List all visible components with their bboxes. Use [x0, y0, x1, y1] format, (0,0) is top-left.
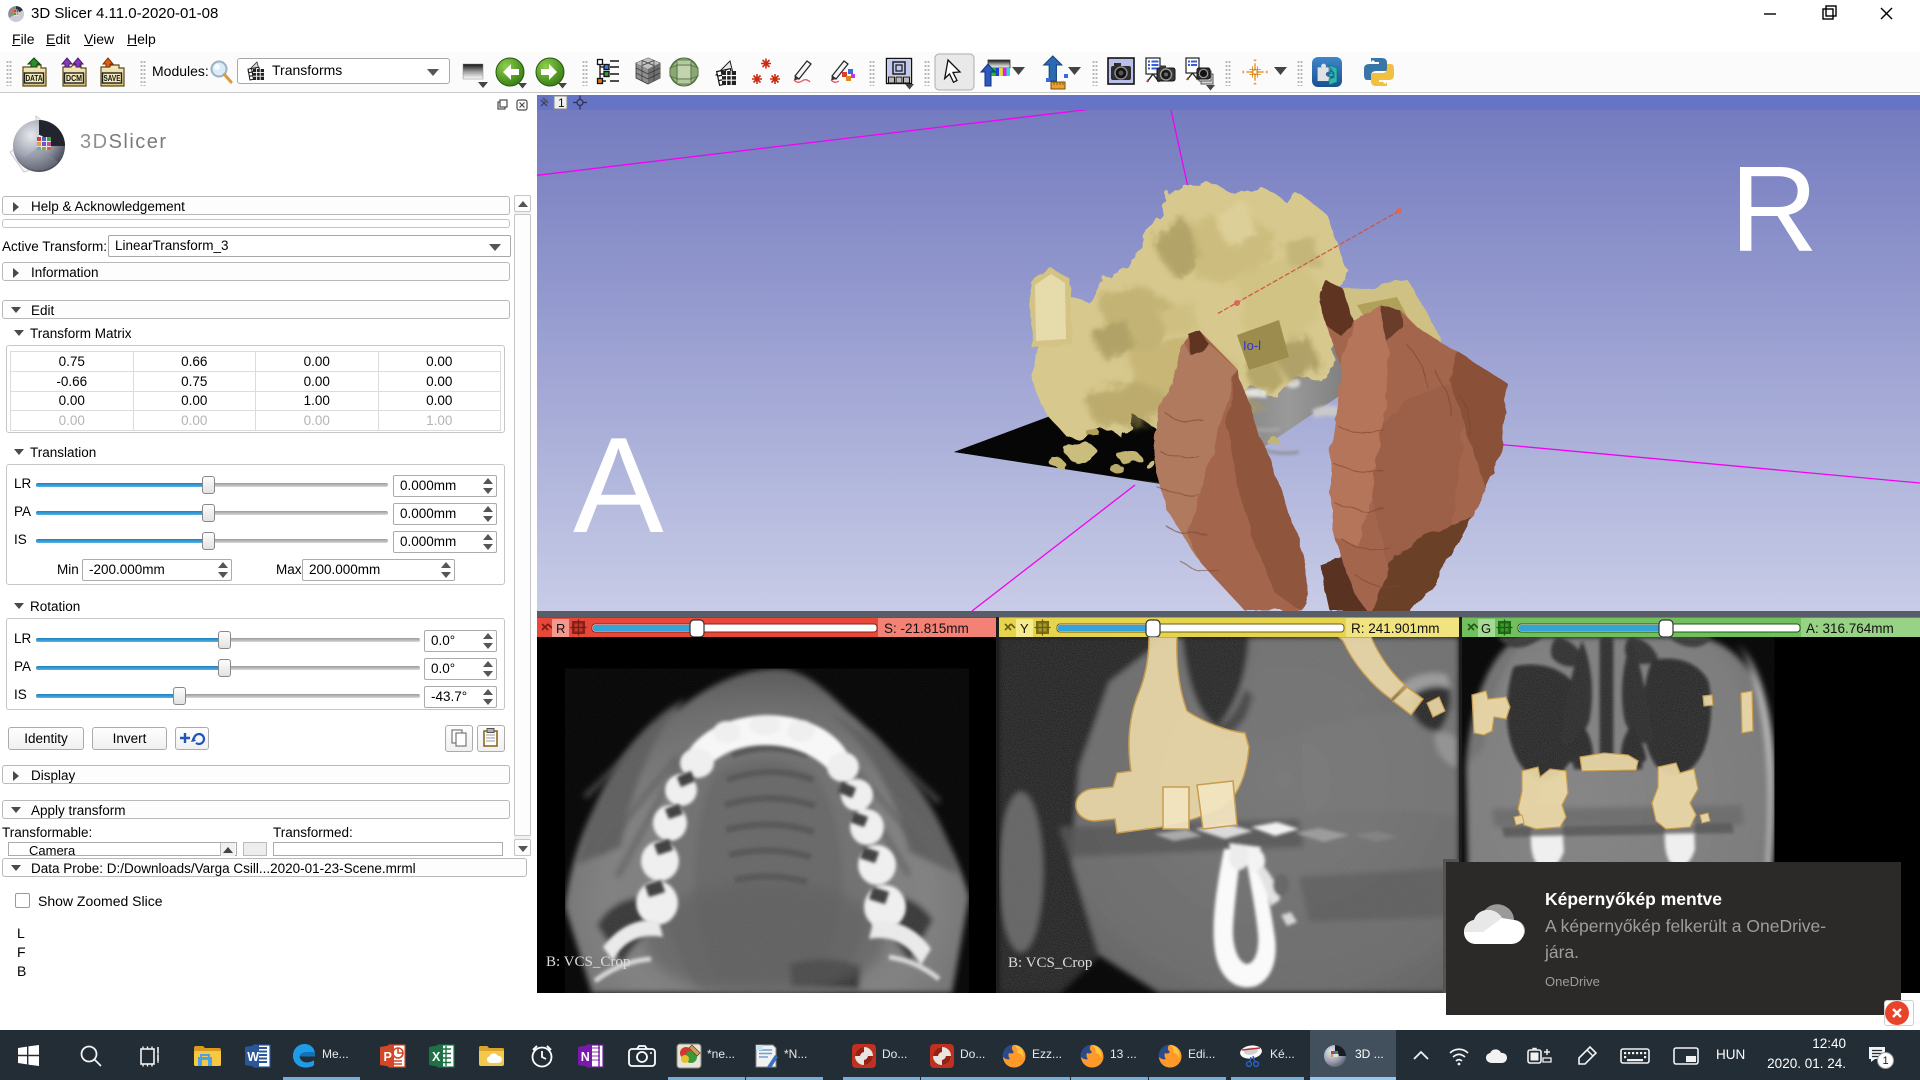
svg-text:R: R	[1730, 141, 1818, 277]
svg-text:R: 241.901mm: R: 241.901mm	[1351, 621, 1440, 636]
svg-text:N: N	[581, 1050, 590, 1064]
svg-text:X: X	[432, 1050, 441, 1064]
svg-text:S: -21.815mm: S: -21.815mm	[884, 621, 969, 636]
svg-text:B: VCS_Crop: B: VCS_Crop	[546, 954, 630, 970]
svg-text:SAVE: SAVE	[104, 74, 122, 83]
svg-text:G: G	[1481, 621, 1491, 636]
svg-text:P: P	[384, 1050, 392, 1064]
svg-text:DCM: DCM	[66, 74, 82, 83]
svg-text:B: VCS_Crop: B: VCS_Crop	[1008, 955, 1092, 971]
svg-text:DATA: DATA	[26, 74, 43, 83]
svg-text:Y: Y	[1020, 621, 1029, 636]
svg-text:W: W	[247, 1050, 259, 1064]
svg-text:Io-l: Io-l	[1243, 338, 1261, 353]
svg-text:R: R	[556, 621, 565, 636]
svg-text:A: A	[573, 409, 664, 561]
svg-text:1: 1	[558, 96, 565, 110]
svg-text:A: 316.764mm: A: 316.764mm	[1806, 621, 1894, 636]
